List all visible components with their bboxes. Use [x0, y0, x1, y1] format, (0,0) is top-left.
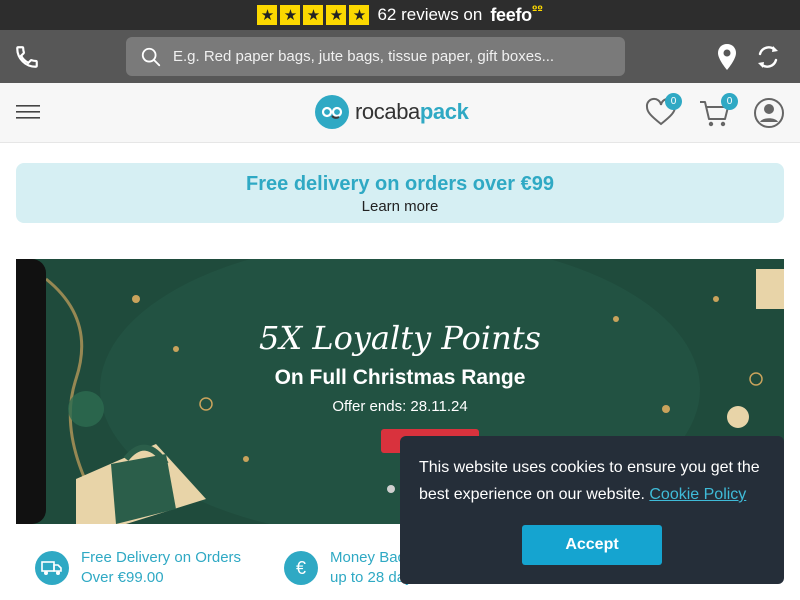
- logo-mark-icon: [315, 95, 349, 129]
- cookie-policy-link[interactable]: Cookie Policy: [649, 486, 746, 503]
- account-icon[interactable]: [753, 97, 785, 129]
- star-icon: ★: [303, 5, 324, 25]
- delivery-truck-icon: [35, 551, 69, 585]
- wishlist-count-badge: 0: [665, 93, 682, 110]
- accept-cookies-button[interactable]: Accept: [522, 525, 662, 565]
- hero-subtitle: On Full Christmas Range: [274, 366, 526, 389]
- learn-more-link[interactable]: Learn more: [16, 198, 784, 215]
- feefo-logo: feefoºº: [490, 5, 542, 26]
- slider-dot[interactable]: [387, 485, 395, 493]
- star-icon: ★: [280, 5, 301, 25]
- search-input[interactable]: [173, 48, 593, 65]
- feature-delivery-line1: Free Delivery on Orders: [81, 549, 242, 566]
- refresh-icon[interactable]: [754, 43, 782, 71]
- phone-icon[interactable]: [14, 44, 40, 70]
- cart-button[interactable]: 0: [698, 93, 738, 129]
- logo-wordmark-pack: pack: [419, 99, 469, 124]
- search-icon[interactable]: [140, 46, 162, 68]
- hamburger-menu-icon[interactable]: [16, 103, 40, 121]
- feefo-eyes-mark: ºº: [531, 4, 543, 16]
- hero-offer-date: Offer ends: 28.11.24: [332, 398, 468, 415]
- reviews-count-text: 62 reviews on: [377, 5, 483, 24]
- euro-icon: €: [284, 551, 318, 585]
- free-delivery-banner[interactable]: Free delivery on orders over €99 Learn m…: [16, 163, 784, 223]
- star-icon: ★: [326, 5, 347, 25]
- cart-count-badge: 0: [721, 93, 738, 110]
- search-bar: [0, 30, 800, 83]
- promo-title: Free delivery on orders over €99: [246, 173, 554, 195]
- rating-stars: ★ ★ ★ ★ ★: [257, 5, 370, 25]
- logo-wordmark-rocaba: rocaba: [355, 99, 420, 124]
- feature-free-delivery: Free Delivery on Orders Over €99.00: [35, 540, 241, 588]
- feefo-wordmark: feefo: [490, 4, 532, 25]
- logo-wordmark: rocabapack: [355, 99, 469, 125]
- star-icon: ★: [257, 5, 278, 25]
- store-location-icon[interactable]: [716, 43, 738, 71]
- cookie-consent-popup: This website uses cookies to ensure you …: [400, 436, 784, 584]
- feature-delivery-line2: Over €99.00: [81, 569, 164, 586]
- hero-title: 5X Loyalty Points: [259, 319, 541, 357]
- feefo-rating-bar[interactable]: ★ ★ ★ ★ ★ 62 reviews on feefoºº: [0, 0, 800, 30]
- cookie-message: This website uses cookies to ensure you …: [419, 454, 769, 508]
- star-icon: ★: [349, 5, 370, 25]
- rocabapack-logo[interactable]: rocabapack: [315, 95, 469, 129]
- search-box[interactable]: [126, 37, 625, 76]
- site-header: rocabapack 0 0: [0, 83, 800, 143]
- previous-slide-peek: [16, 259, 46, 524]
- feature-delivery-text: Free Delivery on Orders Over €99.00: [81, 548, 241, 588]
- wishlist-button[interactable]: 0: [644, 93, 682, 129]
